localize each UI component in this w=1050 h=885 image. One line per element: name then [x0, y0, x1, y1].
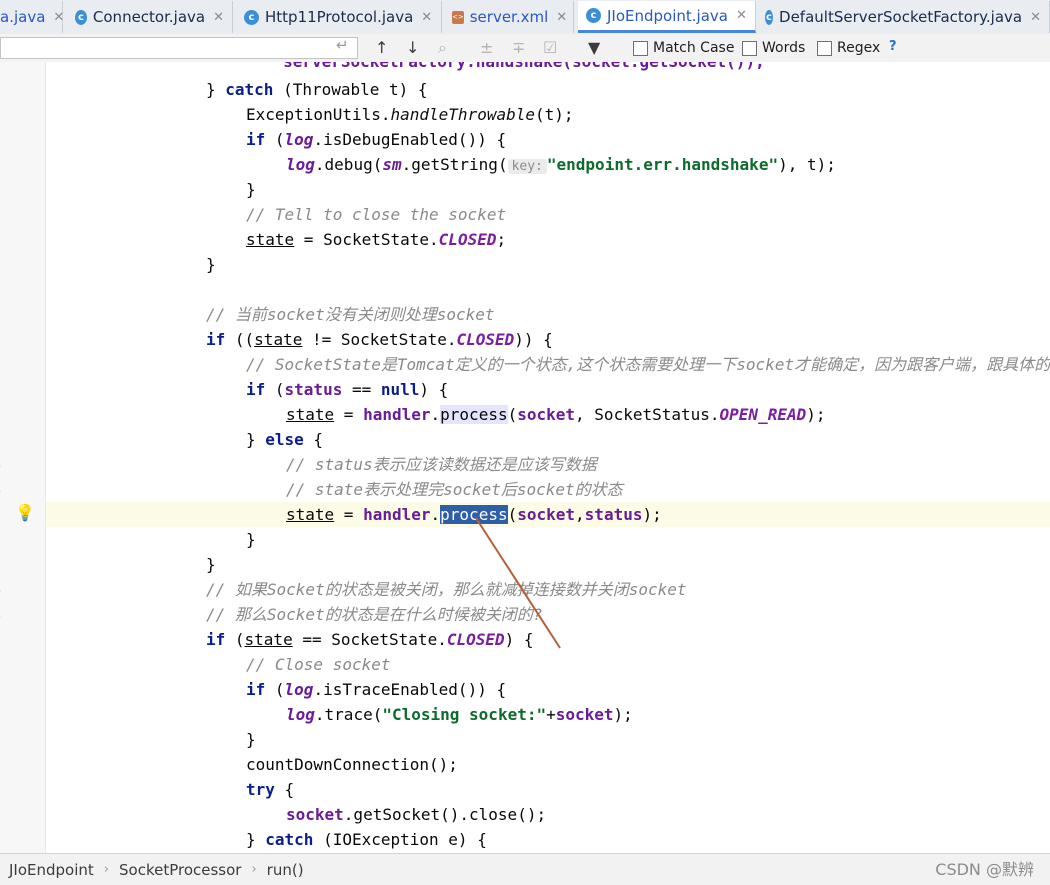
tab-server-xml[interactable]: <> server.xml ✕ — [444, 1, 574, 33]
find-toolbar: ↵ ↑ ↓ ⌕ ± ∓ ☑ ▼ Match Case Words Regex ? — [0, 34, 1050, 63]
tab-label: Http11Protocol.java — [265, 8, 414, 26]
annotation-arrow — [475, 517, 561, 649]
tab-defaultserversocketfactory[interactable]: c DefaultServerSocketFactory.java ✕ — [757, 1, 1050, 33]
tab-http11protocol[interactable]: c Http11Protocol.java ✕ — [236, 1, 442, 33]
tab-label: JIoEndpoint.java — [607, 6, 728, 25]
checkbox-icon — [742, 40, 757, 56]
words-checkbox[interactable]: Words — [742, 40, 805, 56]
find-all-icon[interactable]: ⌕ — [438, 38, 447, 58]
search-input[interactable] — [0, 37, 358, 59]
close-icon[interactable]: ✕ — [421, 10, 432, 25]
words-label: Words — [762, 40, 806, 56]
code-editor[interactable]: ◦ ◦ ◦ ◦ 💡 serverSocketFactory.handshake(… — [0, 62, 1050, 853]
chevron-right-icon: › — [251, 862, 257, 877]
class-icon: c — [244, 9, 259, 25]
regex-label: Regex — [837, 40, 881, 56]
tab-a-java[interactable]: a.java ✕ — [0, 1, 64, 33]
regex-checkbox[interactable]: Regex — [817, 40, 880, 56]
enter-icon: ↵ — [336, 36, 349, 54]
tab-label: server.xml — [469, 8, 549, 26]
close-icon[interactable]: ✕ — [736, 8, 747, 23]
match-case-label: Match Case — [653, 40, 735, 56]
tab-connector[interactable]: c Connector.java ✕ — [67, 1, 233, 33]
class-icon: c — [586, 8, 601, 23]
regex-help-link[interactable]: ? — [889, 39, 897, 54]
previous-occurrence-icon[interactable]: ↑ — [375, 38, 388, 57]
select-all-occurrences-icon[interactable]: ☑ — [543, 38, 557, 57]
match-case-checkbox[interactable]: Match Case — [633, 40, 734, 56]
class-icon: c — [765, 9, 774, 25]
tab-label: a.java — [0, 8, 46, 26]
filter-icon[interactable]: ▼ — [588, 38, 600, 57]
xml-icon: <> — [452, 10, 464, 24]
close-icon[interactable]: ✕ — [1030, 10, 1041, 25]
breadcrumb-item-inner-class[interactable]: SocketProcessor — [119, 861, 241, 879]
tab-label: Connector.java — [92, 8, 206, 26]
checkbox-icon — [633, 40, 648, 56]
next-occurrence-icon[interactable]: ↓ — [406, 38, 419, 57]
watermark: CSDN @默辨 — [935, 860, 1034, 879]
close-icon[interactable]: ✕ — [53, 10, 64, 25]
editor-tab-bar: a.java ✕ c Connector.java ✕ c Http11Prot… — [0, 0, 1050, 35]
close-icon[interactable]: ✕ — [556, 10, 567, 25]
tab-label: DefaultServerSocketFactory.java — [779, 8, 1023, 26]
checkbox-icon — [817, 40, 832, 56]
remove-occurrence-icon[interactable]: ∓ — [512, 38, 525, 57]
close-icon[interactable]: ✕ — [213, 10, 224, 25]
class-icon: c — [75, 9, 87, 25]
breadcrumb-item-class[interactable]: JIoEndpoint — [9, 861, 94, 879]
chevron-right-icon: › — [103, 862, 109, 877]
tab-jioendpoint[interactable]: c JIoEndpoint.java ✕ — [578, 1, 756, 33]
breadcrumb: JIoEndpoint › SocketProcessor › run() — [0, 853, 1050, 885]
breadcrumb-item-method[interactable]: run() — [267, 861, 304, 879]
add-occurrence-icon[interactable]: ± — [480, 38, 493, 57]
